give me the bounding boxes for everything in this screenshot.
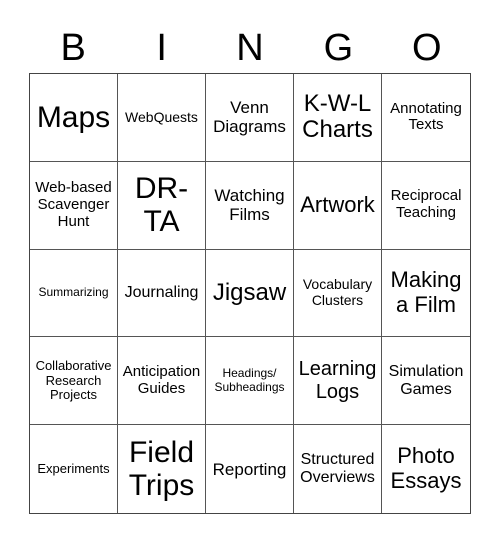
bingo-cell[interactable]: Watching Films [206, 161, 294, 250]
bingo-cell[interactable]: Maps [30, 74, 118, 162]
bingo-cell[interactable]: Annotating Texts [382, 74, 470, 162]
header-letter-g: G [323, 27, 354, 69]
bingo-cell[interactable]: Journaling [118, 249, 206, 338]
bingo-cell[interactable]: Summarizing [30, 249, 118, 338]
bingo-cell[interactable]: Structured Overviews [294, 425, 382, 513]
bingo-cell[interactable]: Vocabulary Clusters [294, 249, 382, 338]
bingo-cell[interactable]: Collaborative Research Projects [30, 337, 118, 426]
bingo-cell[interactable]: Anticipation Guides [118, 337, 206, 426]
bingo-cell[interactable]: Reporting [206, 425, 294, 513]
bingo-cell[interactable]: Making a Film [382, 250, 470, 338]
bingo-cell[interactable]: WebQuests [118, 74, 206, 162]
bingo-grid: Maps WebQuests Venn Diagrams K-W-L Chart… [29, 73, 471, 514]
bingo-cell[interactable]: Venn Diagrams [206, 74, 294, 162]
bingo-cell[interactable]: Artwork [294, 161, 382, 250]
bingo-cell[interactable]: Experiments [30, 425, 118, 513]
bingo-cell[interactable]: DR-TA [118, 161, 206, 250]
bingo-cell[interactable]: Field Trips [118, 425, 206, 513]
bingo-cell[interactable]: Photo Essays [382, 425, 470, 513]
bingo-cell[interactable]: Simulation Games [382, 337, 470, 426]
bingo-header: B I N G O [29, 24, 471, 72]
bingo-cell[interactable]: K-W-L Charts [294, 74, 382, 162]
bingo-cell[interactable]: Web-based Scavenger Hunt [30, 161, 118, 250]
header-letter-o: O [412, 27, 442, 69]
bingo-cell[interactable]: Jigsaw [206, 249, 294, 338]
bingo-cell[interactable]: Reciprocal Teaching [382, 162, 470, 250]
header-letter-b: B [60, 27, 86, 69]
header-letter-i: I [156, 27, 167, 69]
bingo-cell[interactable]: Headings/ Subheadings [206, 337, 294, 426]
bingo-cell[interactable]: Learning Logs [294, 337, 382, 426]
header-letter-n: N [236, 27, 264, 69]
